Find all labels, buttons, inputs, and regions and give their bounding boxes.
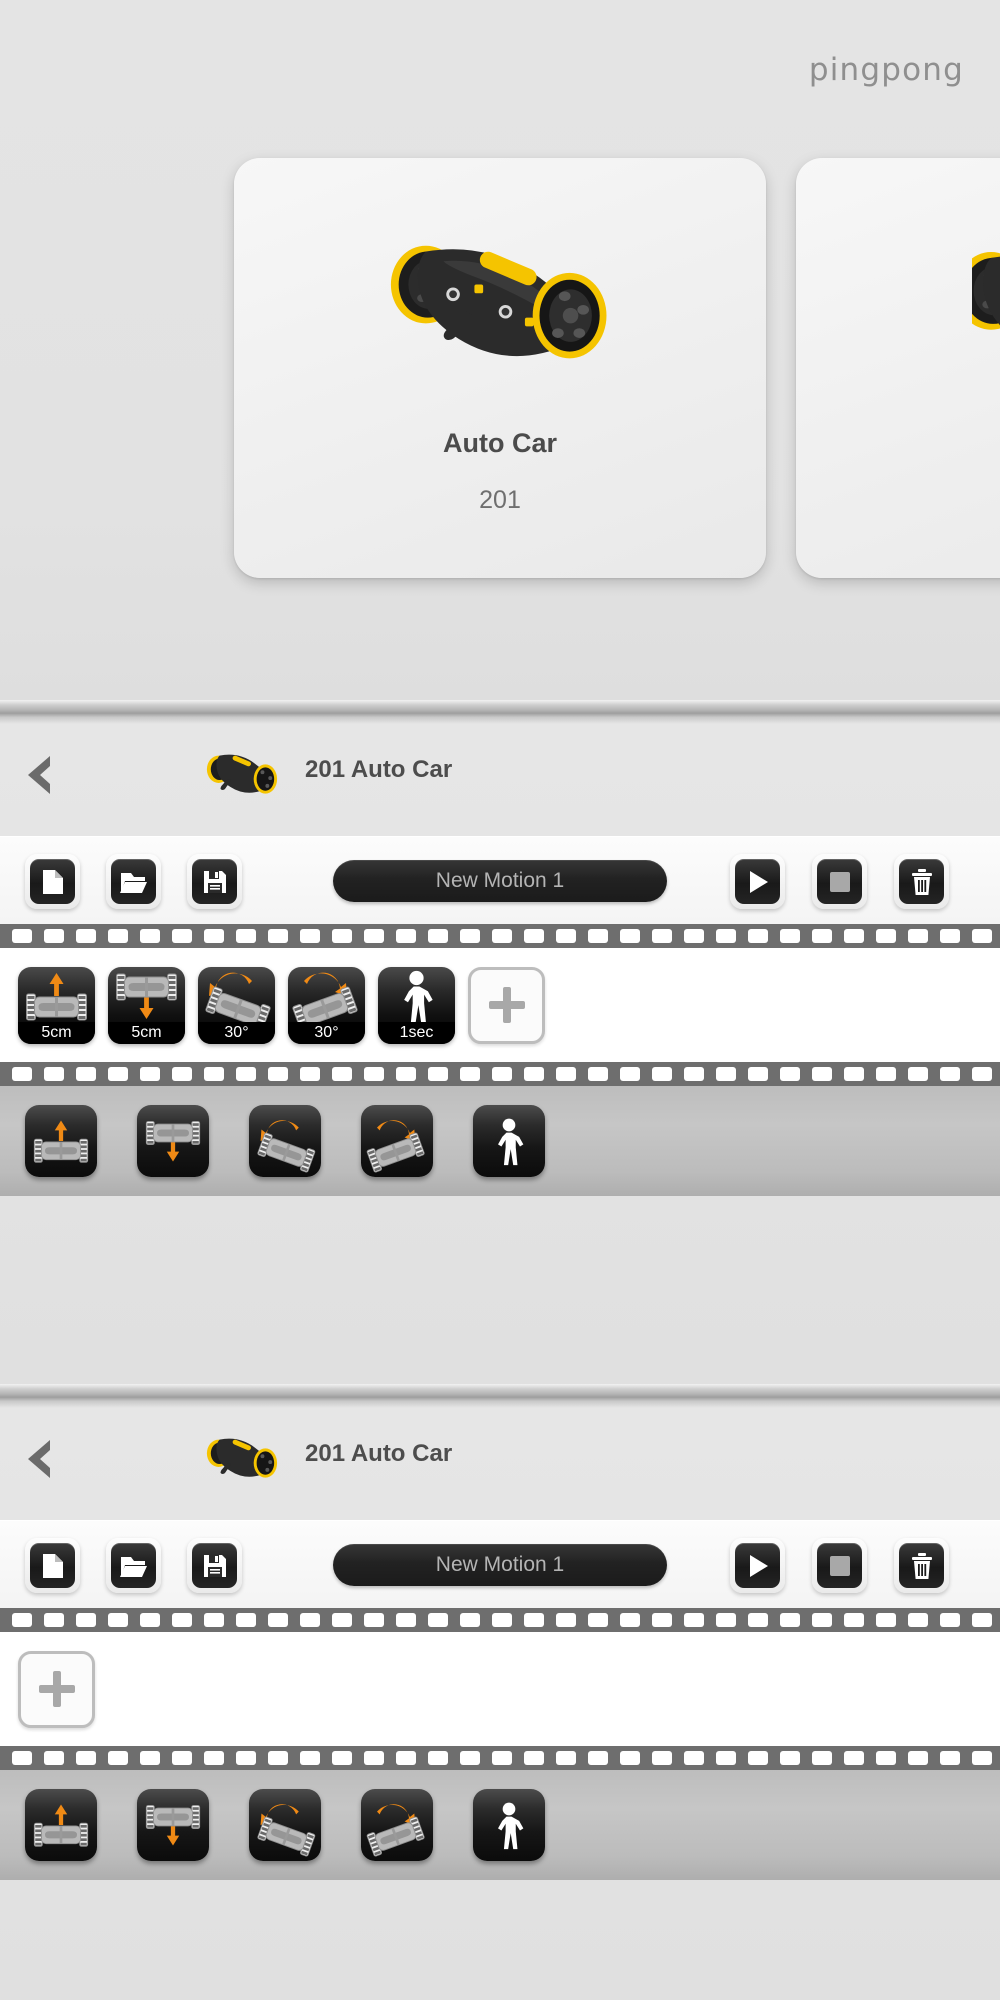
car-arc-right-icon: [288, 967, 365, 1032]
filmstrip-perforation-top: [0, 924, 1000, 948]
stop-icon: [817, 1543, 862, 1588]
section-divider-2: [0, 1384, 1000, 1408]
palette-button-turn-right[interactable]: [361, 1789, 433, 1861]
robot-card-balance[interactable]: Bala: [796, 158, 1000, 578]
floppy-disk-icon: [192, 1543, 237, 1588]
palette-button-turn-left[interactable]: [249, 1789, 321, 1861]
motion-frame-label: 30°: [198, 1021, 275, 1044]
motion-name-value: New Motion 1: [435, 1553, 565, 1576]
open-file-button[interactable]: [106, 1538, 161, 1593]
app-root: pingpong Auto Car 201 Bala: [0, 0, 1000, 2000]
car-arc-left-icon: [198, 967, 275, 1032]
stop-icon: [817, 859, 862, 904]
motion-name-input[interactable]: New Motion 1: [333, 860, 667, 902]
robot-card-auto-car[interactable]: Auto Car 201: [234, 158, 766, 578]
play-icon: [735, 1543, 780, 1588]
editor-header: 201 Auto Car: [0, 724, 1000, 836]
car-arrow-down-icon: [108, 967, 185, 1025]
filmstrip-perforation-bottom: [0, 1746, 1000, 1770]
page-title: 201 Auto Car: [305, 756, 453, 783]
palette-button-wait[interactable]: [473, 1105, 545, 1177]
person-standing-icon: [378, 967, 455, 1025]
save-file-button[interactable]: [187, 854, 242, 909]
motion-frame-label: 30°: [288, 1021, 365, 1044]
play-button[interactable]: [730, 1538, 785, 1593]
play-icon: [735, 859, 780, 904]
motion-frame-label: 1sec: [378, 1021, 455, 1044]
motion-frame-move-backward[interactable]: 5cm: [108, 966, 185, 1044]
save-file-button[interactable]: [187, 1538, 242, 1593]
editor-header: 201 Auto Car: [0, 1408, 1000, 1520]
motion-palette[interactable]: [0, 1770, 1000, 1880]
palette-button-move-forward[interactable]: [25, 1105, 97, 1177]
motion-name-input[interactable]: New Motion 1: [333, 1544, 667, 1586]
new-file-icon: [30, 1543, 75, 1588]
palette-button-wait[interactable]: [473, 1789, 545, 1861]
add-frame-button[interactable]: [18, 1650, 95, 1728]
trash-icon: [899, 859, 944, 904]
motion-frame-turn-left[interactable]: 30°: [198, 966, 275, 1044]
open-file-button[interactable]: [106, 854, 161, 909]
motion-palette[interactable]: [0, 1086, 1000, 1196]
motion-filmstrip: [0, 1608, 1000, 1770]
palette-button-turn-left[interactable]: [249, 1105, 321, 1177]
chevron-left-icon[interactable]: [18, 750, 62, 800]
new-file-icon: [30, 859, 75, 904]
chevron-left-icon[interactable]: [18, 1434, 62, 1484]
floppy-disk-icon: [192, 859, 237, 904]
motion-editor-filled: 201 Auto Car New Motion 1 5cm 5cm 30° 30…: [0, 724, 1000, 1384]
palette-button-move-forward[interactable]: [25, 1789, 97, 1861]
trash-icon: [899, 1543, 944, 1588]
palette-button-move-backward[interactable]: [137, 1105, 209, 1177]
motion-frame-wait[interactable]: 1sec: [378, 966, 455, 1044]
motion-frame-turn-right[interactable]: 30°: [288, 966, 365, 1044]
new-file-button[interactable]: [25, 854, 80, 909]
pingpong-logo: pingpong: [808, 52, 964, 88]
play-button[interactable]: [730, 854, 785, 909]
delete-button[interactable]: [894, 1538, 949, 1593]
filmstrip-perforation-bottom: [0, 1062, 1000, 1086]
page-title: 201 Auto Car: [305, 1440, 453, 1467]
robot-thumbnail-icon: [203, 1426, 281, 1488]
delete-button[interactable]: [894, 854, 949, 909]
robot-picker-screen: pingpong Auto Car 201 Bala: [0, 0, 1000, 712]
palette-button-turn-right[interactable]: [361, 1105, 433, 1177]
filmstrip-perforation-top: [0, 1608, 1000, 1632]
motion-frame-list[interactable]: [0, 1632, 1000, 1746]
robot-card-rail[interactable]: Auto Car 201 Bala: [0, 158, 1000, 578]
motion-frame-move-forward[interactable]: 5cm: [18, 966, 95, 1044]
car-arrow-up-icon: [18, 967, 95, 1025]
folder-open-icon: [111, 859, 156, 904]
editor-toolbar: New Motion 1: [0, 1520, 1000, 1608]
section-divider-1: [0, 700, 1000, 724]
palette-button-move-backward[interactable]: [137, 1789, 209, 1861]
editor-toolbar: New Motion 1: [0, 836, 1000, 924]
plus-icon: [487, 985, 527, 1025]
motion-frame-label: 5cm: [108, 1021, 185, 1044]
motion-editor-empty: 201 Auto Car New Motion 1: [0, 1408, 1000, 2000]
motion-filmstrip: 5cm 5cm 30° 30° 1sec: [0, 924, 1000, 1086]
add-frame-button[interactable]: [468, 966, 545, 1044]
stop-button[interactable]: [812, 854, 867, 909]
robot-balance-image: [972, 204, 1000, 394]
robot-card-number: 201: [479, 486, 521, 514]
new-file-button[interactable]: [25, 1538, 80, 1593]
stop-button[interactable]: [812, 1538, 867, 1593]
robot-thumbnail-icon: [203, 742, 281, 804]
motion-frame-list[interactable]: 5cm 5cm 30° 30° 1sec: [0, 948, 1000, 1062]
folder-open-icon: [111, 1543, 156, 1588]
plus-icon: [37, 1669, 77, 1709]
motion-frame-label: 5cm: [18, 1021, 95, 1044]
robot-auto-car-image: [335, 204, 665, 394]
robot-card-name: Auto Car: [443, 428, 557, 458]
motion-name-value: New Motion 1: [435, 869, 565, 892]
